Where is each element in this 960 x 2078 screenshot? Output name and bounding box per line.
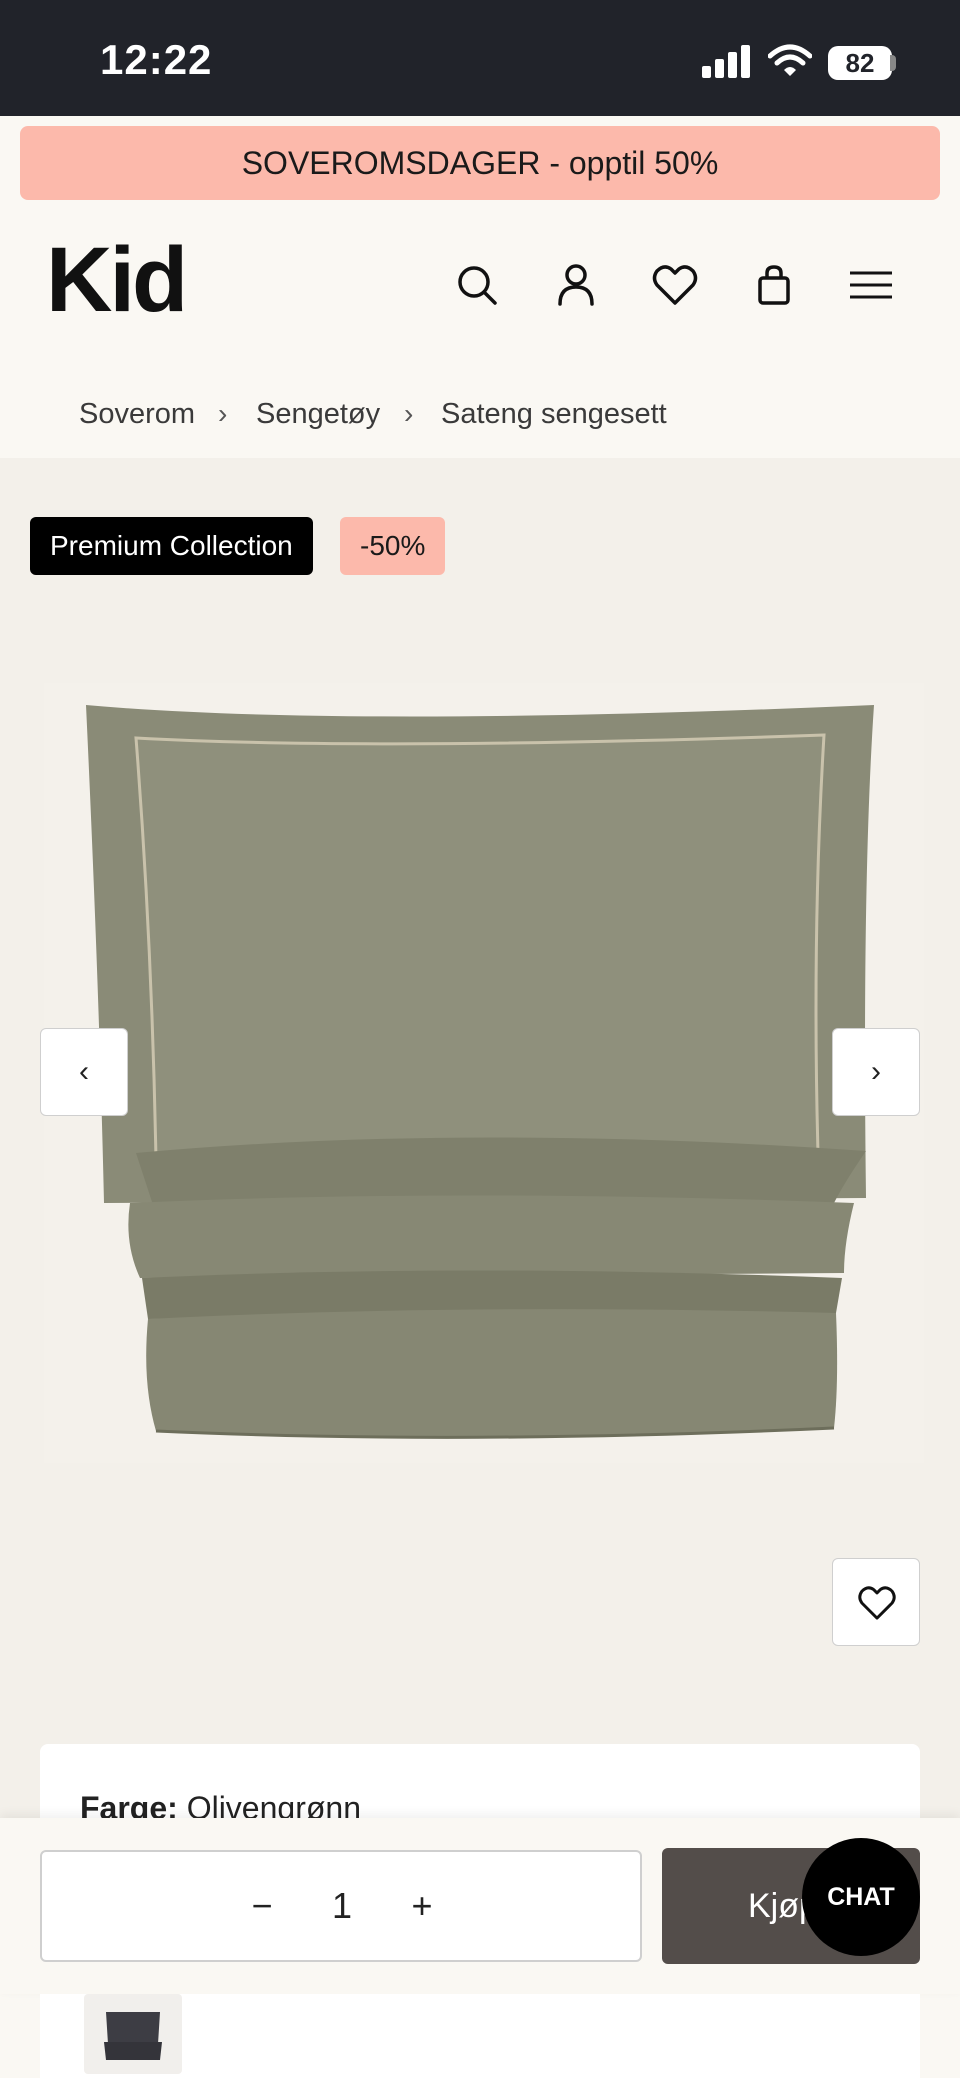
discount-badge: -50% (340, 517, 446, 575)
status-time: 12:22 (100, 36, 213, 83)
battery-indicator: 82 (828, 46, 892, 80)
kid-logo[interactable]: Kid (46, 228, 188, 333)
gallery-next-button[interactable]: › (832, 1028, 920, 1116)
menu-icon[interactable] (846, 260, 896, 310)
breadcrumb-separator: › (218, 398, 228, 429)
account-icon[interactable] (551, 260, 601, 310)
bag-icon[interactable] (749, 260, 799, 310)
breadcrumb-item-current[interactable]: Sateng sengesett (441, 398, 667, 431)
status-bar: 12:22 82 (0, 0, 960, 116)
quantity-decrease-button[interactable]: − (232, 1852, 292, 1960)
chat-button[interactable]: CHAT (802, 1838, 920, 1956)
quantity-stepper: − 1 + (40, 1850, 642, 1962)
quantity-increase-button[interactable]: + (392, 1852, 452, 1960)
search-icon[interactable] (452, 260, 502, 310)
wishlist-button[interactable] (832, 1558, 920, 1646)
promo-banner[interactable]: SOVEROMSDAGER - opptil 50% (20, 126, 940, 200)
product-image[interactable] (44, 683, 924, 1463)
heart-icon (858, 1586, 896, 1620)
site-header: Kid (0, 210, 960, 360)
gallery-prev-button[interactable]: ‹ (40, 1028, 128, 1116)
breadcrumb-item-soverom[interactable]: Soverom (79, 398, 195, 431)
breadcrumb-item-sengetoy[interactable]: Sengetøy (256, 398, 380, 431)
product-gallery: Premium Collection -50% ‹ › (0, 458, 960, 1818)
breadcrumb-separator: › (404, 398, 414, 429)
heart-icon[interactable] (650, 260, 700, 310)
breadcrumb: Soverom › Sengetøy › Sateng sengesett (0, 380, 960, 458)
quantity-value[interactable]: 1 (312, 1852, 372, 1960)
wifi-icon (767, 44, 813, 83)
thumbnail-image[interactable] (84, 1994, 182, 2074)
thumbnail-strip (40, 1994, 920, 2078)
premium-collection-badge: Premium Collection (30, 517, 313, 575)
signal-icon (700, 44, 752, 83)
battery-tip (890, 55, 896, 71)
